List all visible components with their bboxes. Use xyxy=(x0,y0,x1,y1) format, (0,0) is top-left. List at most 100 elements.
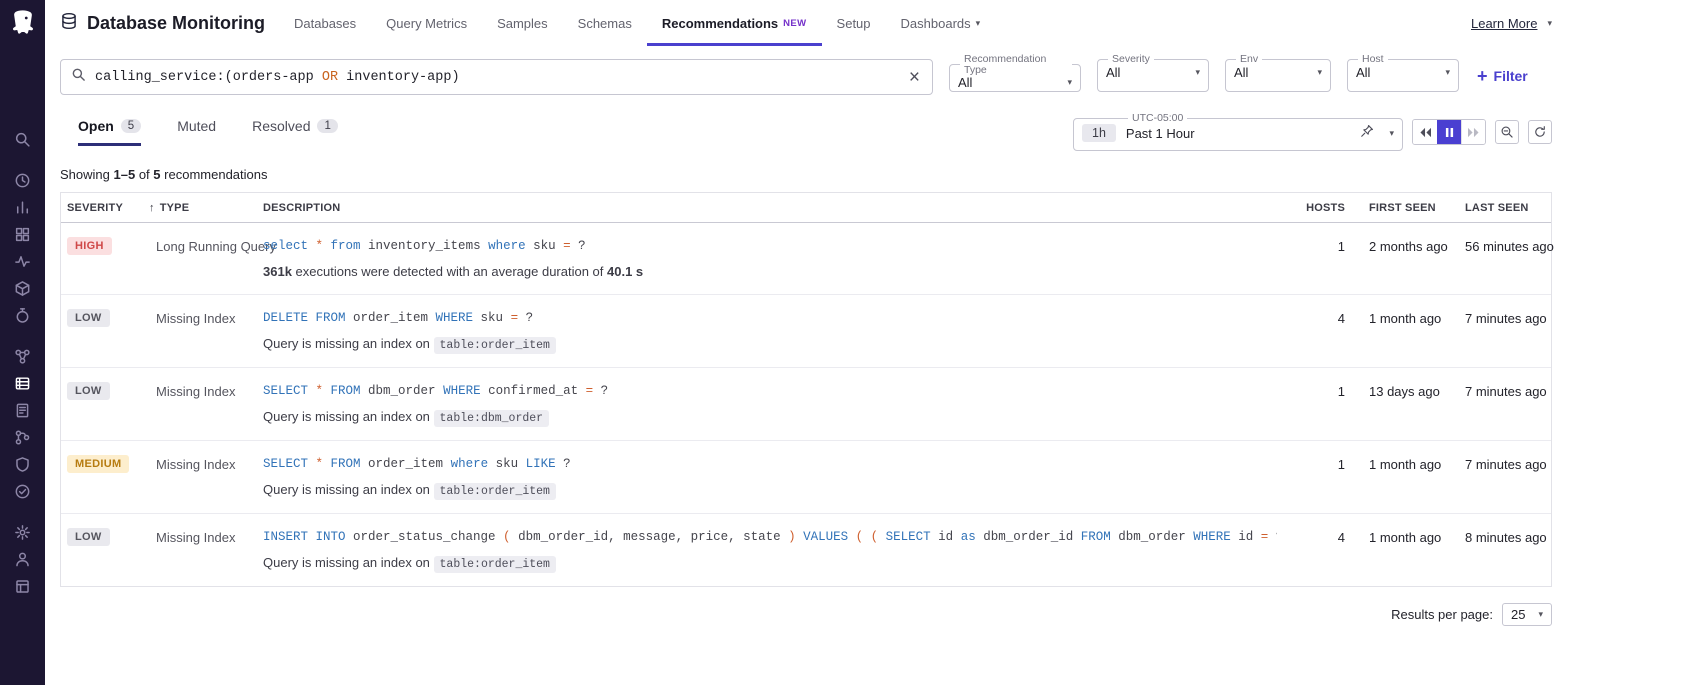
results-per-page-value: 25 xyxy=(1511,607,1525,622)
recommendation-description: DELETE FROM order_item WHERE sku = ?Quer… xyxy=(259,308,1299,352)
nav-tab-samples[interactable]: Samples xyxy=(482,0,563,46)
time-range-picker[interactable]: UTC-05:00 1h Past 1 Hour ▾ xyxy=(1073,113,1403,151)
column-header-last-seen[interactable]: LAST SEEN xyxy=(1451,193,1551,222)
time-controls: UTC-05:00 1h Past 1 Hour ▾ xyxy=(1073,113,1552,151)
filter-label: Recommendation Type xyxy=(960,54,1072,75)
severity-badge: HIGH xyxy=(67,237,112,255)
filter-env[interactable]: EnvAll▾ xyxy=(1225,54,1331,92)
severity-badge: LOW xyxy=(67,309,110,327)
filter-label: Host xyxy=(1358,54,1388,65)
column-header-hosts[interactable]: HOSTS xyxy=(1299,193,1355,222)
help-icon[interactable] xyxy=(0,546,45,573)
security-icon[interactable] xyxy=(0,451,45,478)
containers-icon[interactable] xyxy=(0,275,45,302)
table-tag[interactable]: table:order_item xyxy=(434,556,556,573)
nav-tab-setup[interactable]: Setup xyxy=(822,0,886,46)
summary-range: 1–5 xyxy=(114,167,136,182)
settings-icon[interactable] xyxy=(0,519,45,546)
severity-badge: LOW xyxy=(67,382,110,400)
pin-icon[interactable] xyxy=(1360,124,1374,143)
nav-tab-label: Setup xyxy=(837,16,871,31)
clear-search-icon[interactable]: × xyxy=(907,68,922,87)
nav-tab-recommendations[interactable]: RecommendationsNEW xyxy=(647,0,822,46)
filter-host[interactable]: HostAll ▾ xyxy=(1347,54,1459,92)
sql-query: SELECT * FROM order_item where sku LIKE … xyxy=(263,454,1277,471)
severity-badge: LOW xyxy=(67,528,110,546)
nav-tab-databases[interactable]: Databases xyxy=(279,0,371,46)
filter-recommendation-type[interactable]: Recommendation TypeAll▾ xyxy=(949,54,1081,92)
sort-asc-icon: ↑ xyxy=(149,202,155,214)
table-row[interactable]: MEDIUMMissing IndexSELECT * FROM order_i… xyxy=(61,441,1551,514)
table-tag[interactable]: table:order_item xyxy=(434,483,556,500)
add-filter-button[interactable]: + Filter xyxy=(1477,67,1528,85)
datadog-logo[interactable] xyxy=(8,8,38,38)
column-header-severity[interactable]: SEVERITY xyxy=(61,193,149,222)
service-map-icon[interactable] xyxy=(0,343,45,370)
learn-more-link[interactable]: Learn More ▾ xyxy=(1471,16,1552,31)
zoom-out-button[interactable] xyxy=(1495,120,1519,144)
skip-back-button[interactable] xyxy=(1413,120,1437,144)
recommendation-type: Long Running Query xyxy=(149,236,259,254)
recommendation-description: SELECT * FROM dbm_order WHERE confirmed_… xyxy=(259,381,1299,425)
filter-value: All xyxy=(1234,65,1248,80)
filter-label: Severity xyxy=(1108,54,1154,65)
monitors-icon[interactable] xyxy=(0,248,45,275)
column-header-type[interactable]: ↑TYPE xyxy=(149,193,259,222)
chevron-down-icon: ▾ xyxy=(1445,67,1450,78)
column-header-description[interactable]: DESCRIPTION xyxy=(259,193,1299,222)
new-badge: NEW xyxy=(783,18,806,29)
time-shortcut-chip[interactable]: 1h xyxy=(1082,124,1116,142)
watchdog-icon[interactable] xyxy=(0,167,45,194)
pagination: Results per page: 25 ▾ xyxy=(60,603,1552,626)
recommendation-detail: Query is missing an index on table:order… xyxy=(263,482,1277,498)
synthetics-icon[interactable] xyxy=(0,478,45,505)
dashboards-icon[interactable] xyxy=(0,221,45,248)
skip-forward-button[interactable] xyxy=(1461,120,1485,144)
search-input[interactable]: calling_service:(orders-app OR inventory… xyxy=(60,59,933,95)
filter-value: All xyxy=(1106,65,1120,80)
learn-more-label: Learn More xyxy=(1471,16,1537,31)
last-seen: 56 minutes ago xyxy=(1451,236,1551,254)
table-row[interactable]: HIGH Long Running Queryselect * from inve… xyxy=(61,223,1551,295)
pause-button[interactable] xyxy=(1437,120,1461,144)
filter-value: All xyxy=(1356,65,1370,80)
timezone-label: UTC-05:00 xyxy=(1128,113,1187,124)
table-row[interactable]: LOW Missing IndexSELECT * FROM dbm_order … xyxy=(61,368,1551,441)
nav-tab-label: Databases xyxy=(294,16,356,31)
results-per-page-select[interactable]: 25 ▾ xyxy=(1502,603,1552,626)
filter-severity[interactable]: SeverityAll ▾ xyxy=(1097,54,1209,92)
nav-tab-label: Schemas xyxy=(578,16,632,31)
apm-icon[interactable] xyxy=(0,302,45,329)
table-row[interactable]: LOWMissing IndexINSERT INTO order_status… xyxy=(61,514,1551,586)
tab-open[interactable]: Open 5 xyxy=(78,118,141,146)
hosts-count: 1 xyxy=(1299,381,1355,399)
recommendation-description: INSERT INTO order_status_change ( dbm_or… xyxy=(259,527,1299,571)
recommendation-type: Missing Index xyxy=(149,381,259,399)
organization-icon[interactable] xyxy=(0,573,45,600)
nav-tab-label: Samples xyxy=(497,16,548,31)
search-icon xyxy=(71,67,86,87)
recommendation-description: select * from inventory_items where sku … xyxy=(259,236,1299,279)
table-row[interactable]: LOWMissing IndexDELETE FROM order_item W… xyxy=(61,295,1551,368)
playback-controls xyxy=(1412,119,1486,145)
refresh-button[interactable] xyxy=(1528,120,1552,144)
database-monitoring-icon[interactable] xyxy=(0,370,45,397)
ci-pipelines-icon[interactable] xyxy=(0,424,45,451)
tab-label: Open xyxy=(78,118,114,134)
logs-icon[interactable] xyxy=(0,397,45,424)
nav-tab-schemas[interactable]: Schemas xyxy=(563,0,647,46)
infrastructure-icon[interactable] xyxy=(0,194,45,221)
nav-tab-dashboards[interactable]: Dashboards▾ xyxy=(886,0,996,46)
chevron-down-icon: ▾ xyxy=(1195,67,1200,78)
table-tag[interactable]: table:dbm_order xyxy=(434,410,550,427)
tab-count: 5 xyxy=(121,119,141,133)
results-per-page-label: Results per page: xyxy=(1391,607,1493,622)
tabs-row: Open 5 Muted Resolved1 UTC-05:00 1h Past 1 … xyxy=(60,113,1552,151)
table-tag[interactable]: table:order_item xyxy=(434,337,556,354)
tab-muted[interactable]: Muted xyxy=(177,118,216,146)
tab-resolved[interactable]: Resolved1 xyxy=(252,118,338,146)
nav-tab-query-metrics[interactable]: Query Metrics xyxy=(371,0,482,46)
search-icon[interactable] xyxy=(0,126,45,153)
last-seen: 7 minutes ago xyxy=(1451,308,1551,326)
column-header-first-seen[interactable]: FIRST SEEN xyxy=(1355,193,1451,222)
